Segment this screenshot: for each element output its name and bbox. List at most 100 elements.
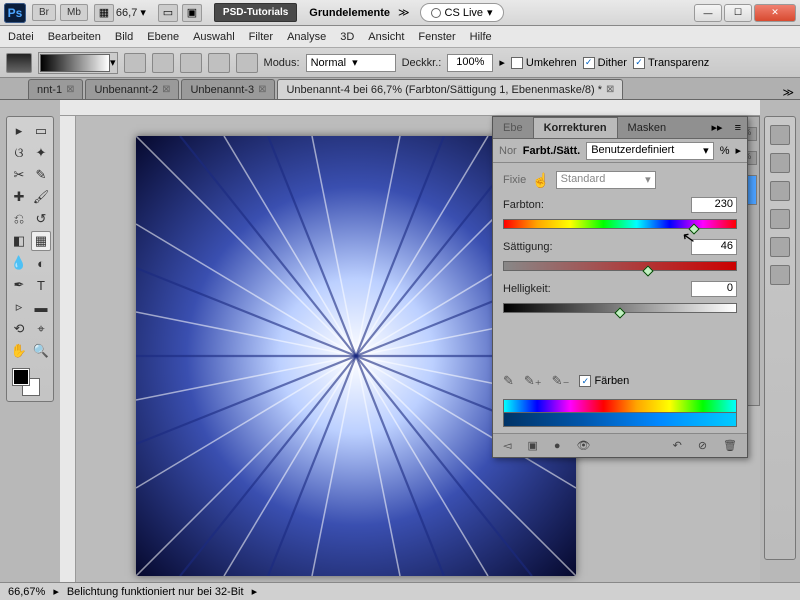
close-icon[interactable]: ⊠	[66, 84, 74, 95]
tab-overflow-icon[interactable]: ≫	[782, 86, 794, 99]
gradient-diamond-icon[interactable]	[236, 53, 258, 73]
menu-datei[interactable]: Datei	[8, 31, 34, 43]
wand-tool[interactable]: ✦	[31, 143, 51, 163]
zoom-readout[interactable]: 66,7	[116, 7, 137, 19]
blur-tool[interactable]: 💧	[9, 253, 29, 273]
gradient-angle-icon[interactable]	[180, 53, 202, 73]
tab-masken[interactable]: Masken	[618, 118, 677, 138]
saettigung-input[interactable]: 46	[691, 239, 737, 255]
faerben-checkbox[interactable]: ✓Färben	[579, 375, 629, 387]
dock-icon[interactable]	[770, 125, 790, 145]
menu-ebene[interactable]: Ebene	[147, 31, 179, 43]
umkehren-checkbox[interactable]: Umkehren	[511, 57, 577, 69]
layout-icon[interactable]: ▦	[94, 4, 114, 22]
workspace-grundelemente[interactable]: Grundelemente	[309, 7, 390, 19]
farbton-input[interactable]: 230	[691, 197, 737, 213]
maximize-button[interactable]: ☐	[724, 4, 752, 22]
transparenz-checkbox[interactable]: ✓Transparenz	[633, 57, 709, 69]
range-select[interactable]: Standard▾	[556, 171, 656, 189]
br-button[interactable]: Br	[32, 4, 56, 21]
prev-icon[interactable]: ↶	[673, 439, 682, 452]
pen-tool[interactable]: ✒	[9, 275, 29, 295]
crop-tool[interactable]: ✂	[9, 165, 29, 185]
dock-icon[interactable]	[770, 265, 790, 285]
ruler-vertical[interactable]	[60, 116, 76, 582]
menu-hilfe[interactable]: Hilfe	[470, 31, 492, 43]
brush-tool[interactable]: 🖌	[31, 187, 51, 207]
dock-icon[interactable]	[770, 237, 790, 257]
screen-icon[interactable]: ▣	[182, 4, 202, 22]
finger-icon[interactable]: ☝	[532, 172, 549, 189]
menu-bild[interactable]: Bild	[115, 31, 133, 43]
close-icon[interactable]: ⊠	[162, 84, 170, 95]
minimize-button[interactable]: —	[694, 4, 722, 22]
gradient-reflected-icon[interactable]	[208, 53, 230, 73]
gradient-radial-icon[interactable]	[152, 53, 174, 73]
close-icon[interactable]: ⊠	[258, 84, 266, 95]
marquee-tool[interactable]: ▭	[31, 121, 51, 141]
preset-select[interactable]: Benutzerdefiniert▾	[586, 142, 714, 160]
helligkeit-input[interactable]: 0	[691, 281, 737, 297]
eyedropper-icon[interactable]: ✎	[503, 373, 514, 389]
view-icon[interactable]: ▭	[158, 4, 178, 22]
menu-ansicht[interactable]: Ansicht	[368, 31, 404, 43]
dock-icon[interactable]	[770, 181, 790, 201]
reset-icon[interactable]: ⊘	[698, 439, 707, 452]
panel-expand-icon[interactable]: ▸▸	[706, 121, 729, 134]
lasso-tool[interactable]: ଓ	[9, 143, 29, 163]
heal-tool[interactable]: ✚	[9, 187, 29, 207]
tab-korrekturen[interactable]: Korrekturen	[533, 117, 618, 138]
delete-icon[interactable]: 🗑	[723, 439, 737, 452]
menu-bearbeiten[interactable]: Bearbeiten	[48, 31, 101, 43]
path-tool[interactable]: ▹	[9, 297, 29, 317]
move-tool[interactable]: ▸	[9, 121, 29, 141]
eyedropper-plus-icon[interactable]: ✎₊	[524, 373, 542, 389]
tool-preset-icon[interactable]	[6, 53, 32, 73]
dock-icon[interactable]	[770, 209, 790, 229]
menu-auswahl[interactable]: Auswahl	[193, 31, 235, 43]
back-icon[interactable]: ◅	[503, 439, 511, 452]
menu-3d[interactable]: 3D	[340, 31, 354, 43]
helligkeit-slider[interactable]	[503, 303, 737, 313]
blend-mode-select[interactable]: Normal ▾	[306, 54, 396, 72]
eyedropper-minus-icon[interactable]: ✎₋	[552, 373, 570, 389]
opacity-input[interactable]: 100%	[447, 54, 493, 72]
doc-tab-2[interactable]: Unbenannt-2⊠	[85, 79, 179, 99]
dodge-tool[interactable]: ◐	[31, 253, 51, 273]
zoom-tool[interactable]: 🔍	[31, 341, 51, 361]
doc-tab-3[interactable]: Unbenannt-3⊠	[181, 79, 275, 99]
cs-live-button[interactable]: CS Live▾	[420, 3, 504, 22]
color-swatches[interactable]	[9, 367, 51, 397]
panel-menu-icon[interactable]: ≡	[729, 122, 747, 134]
gradient-preview[interactable]	[40, 54, 110, 72]
dither-checkbox[interactable]: ✓Dither	[583, 57, 627, 69]
ruler-horizontal[interactable]	[60, 100, 760, 116]
mb-button[interactable]: Mb	[60, 4, 88, 21]
zoom-status[interactable]: 66,67%	[8, 586, 45, 598]
gradient-linear-icon[interactable]	[124, 53, 146, 73]
hand-tool[interactable]: ✋	[9, 341, 29, 361]
3d-tool[interactable]: ⟲	[9, 319, 29, 339]
tab-ebenen[interactable]: Ebe	[493, 118, 533, 138]
menu-filter[interactable]: Filter	[249, 31, 273, 43]
more-icon[interactable]: ≫	[398, 6, 410, 19]
stamp-tool[interactable]: ⎌	[9, 209, 29, 229]
visibility-icon[interactable]: 👁	[577, 439, 591, 452]
shape-tool[interactable]: ▬	[31, 297, 51, 317]
menu-analyse[interactable]: Analyse	[287, 31, 326, 43]
camera-tool[interactable]: ⌖	[31, 319, 51, 339]
menu-fenster[interactable]: Fenster	[418, 31, 455, 43]
farbton-slider[interactable]	[503, 219, 737, 229]
saettigung-slider[interactable]	[503, 261, 737, 271]
dock-icon[interactable]	[770, 153, 790, 173]
close-button[interactable]: ✕	[754, 4, 796, 22]
expand-icon[interactable]: ▣	[527, 439, 537, 452]
clip-icon[interactable]: ●	[554, 440, 561, 452]
gradient-tool[interactable]: ▦	[31, 231, 51, 251]
close-icon[interactable]: ⊠	[606, 84, 614, 95]
workspace-psd-tutorials[interactable]: PSD-Tutorials	[214, 3, 297, 22]
eyedropper-tool[interactable]: ✎	[31, 165, 51, 185]
type-tool[interactable]: T	[31, 275, 51, 295]
eraser-tool[interactable]: ◧	[9, 231, 29, 251]
doc-tab-1[interactable]: nnt-1⊠	[28, 79, 83, 99]
